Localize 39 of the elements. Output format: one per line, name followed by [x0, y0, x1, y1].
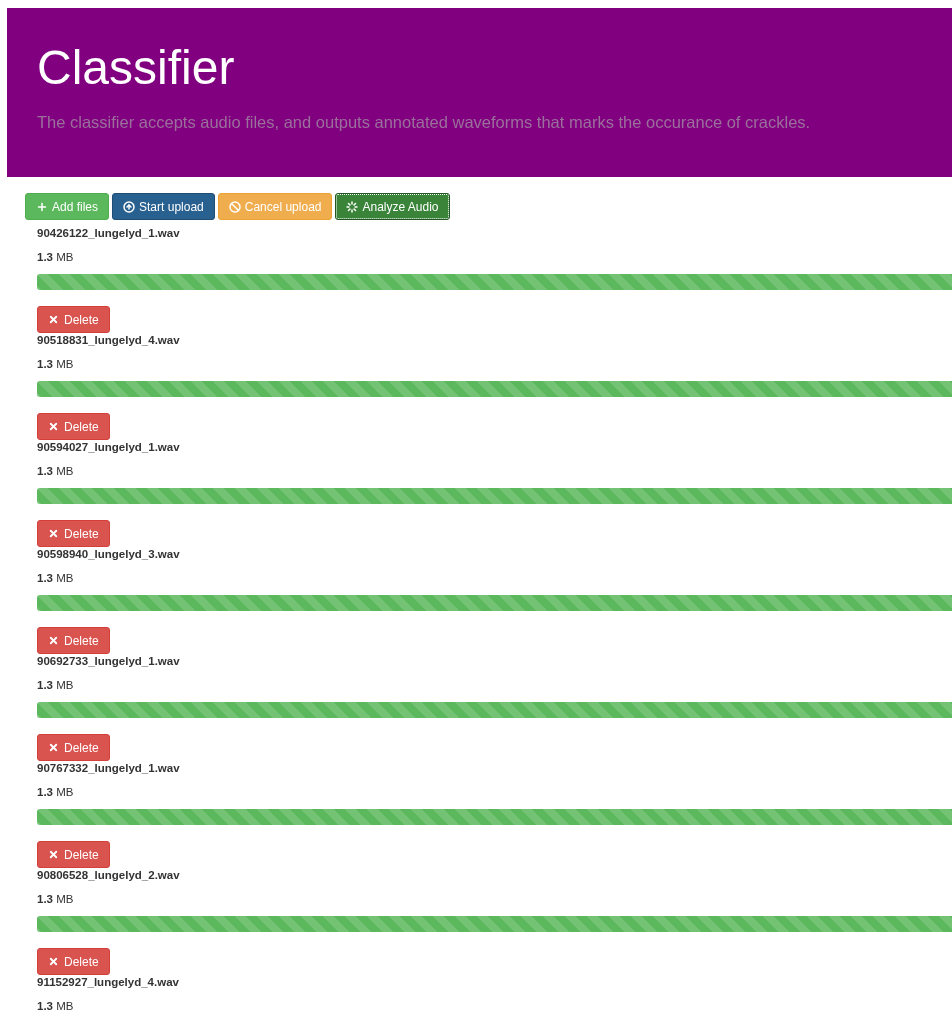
upload-icon	[123, 200, 136, 213]
toolbar-button[interactable]: Add files	[25, 193, 110, 220]
close-icon	[48, 956, 59, 967]
toolbar-button[interactable]: Analyze Audio	[335, 193, 450, 220]
close-icon	[48, 421, 59, 432]
file-size: 1.3 MB	[37, 999, 75, 1013]
delete-button[interactable]: Delete	[37, 734, 110, 761]
close-icon	[48, 314, 59, 325]
file-name: 90594027_lungelyd_1.wav	[37, 440, 181, 454]
page-subtitle: The classifier accepts audio files, and outputs annotated waveforms that marks the occurance of crackles.	[37, 112, 812, 133]
close-icon	[48, 849, 59, 860]
file-name: 90806528_lungelyd_2.wav	[37, 868, 181, 882]
delete-button[interactable]: Delete	[37, 306, 110, 333]
plus-icon	[36, 200, 48, 213]
file-size: 1.3 MB	[37, 571, 75, 585]
delete-button[interactable]: Delete	[37, 627, 110, 654]
delete-button[interactable]: Delete	[37, 520, 110, 547]
delete-button[interactable]: Delete	[37, 413, 110, 440]
file-name: 90518831_lungelyd_4.wav	[37, 333, 181, 347]
file-size: 1.3 MB	[37, 250, 75, 264]
file-size: 1.3 MB	[37, 464, 75, 478]
delete-button[interactable]: Delete	[37, 948, 110, 975]
file-name: 90692733_lungelyd_1.wav	[37, 654, 181, 668]
close-icon	[48, 528, 59, 539]
cancel-icon	[228, 200, 241, 213]
file-size: 1.3 MB	[37, 678, 75, 692]
close-icon	[48, 742, 59, 753]
page-title: Classifier	[37, 48, 236, 88]
delete-button[interactable]: Delete	[37, 841, 110, 868]
close-icon	[48, 635, 59, 646]
spinner-icon	[346, 200, 359, 213]
file-size: 1.3 MB	[37, 785, 75, 799]
file-name: 90598940_lungelyd_3.wav	[37, 547, 181, 561]
file-name: 91152927_lungelyd_4.wav	[37, 975, 180, 989]
toolbar-button[interactable]: Start upload	[112, 193, 215, 220]
file-name: 90767332_lungelyd_1.wav	[37, 761, 181, 775]
file-name: 90426122_lungelyd_1.wav	[37, 226, 181, 240]
file-size: 1.3 MB	[37, 357, 75, 371]
file-size: 1.3 MB	[37, 892, 75, 906]
